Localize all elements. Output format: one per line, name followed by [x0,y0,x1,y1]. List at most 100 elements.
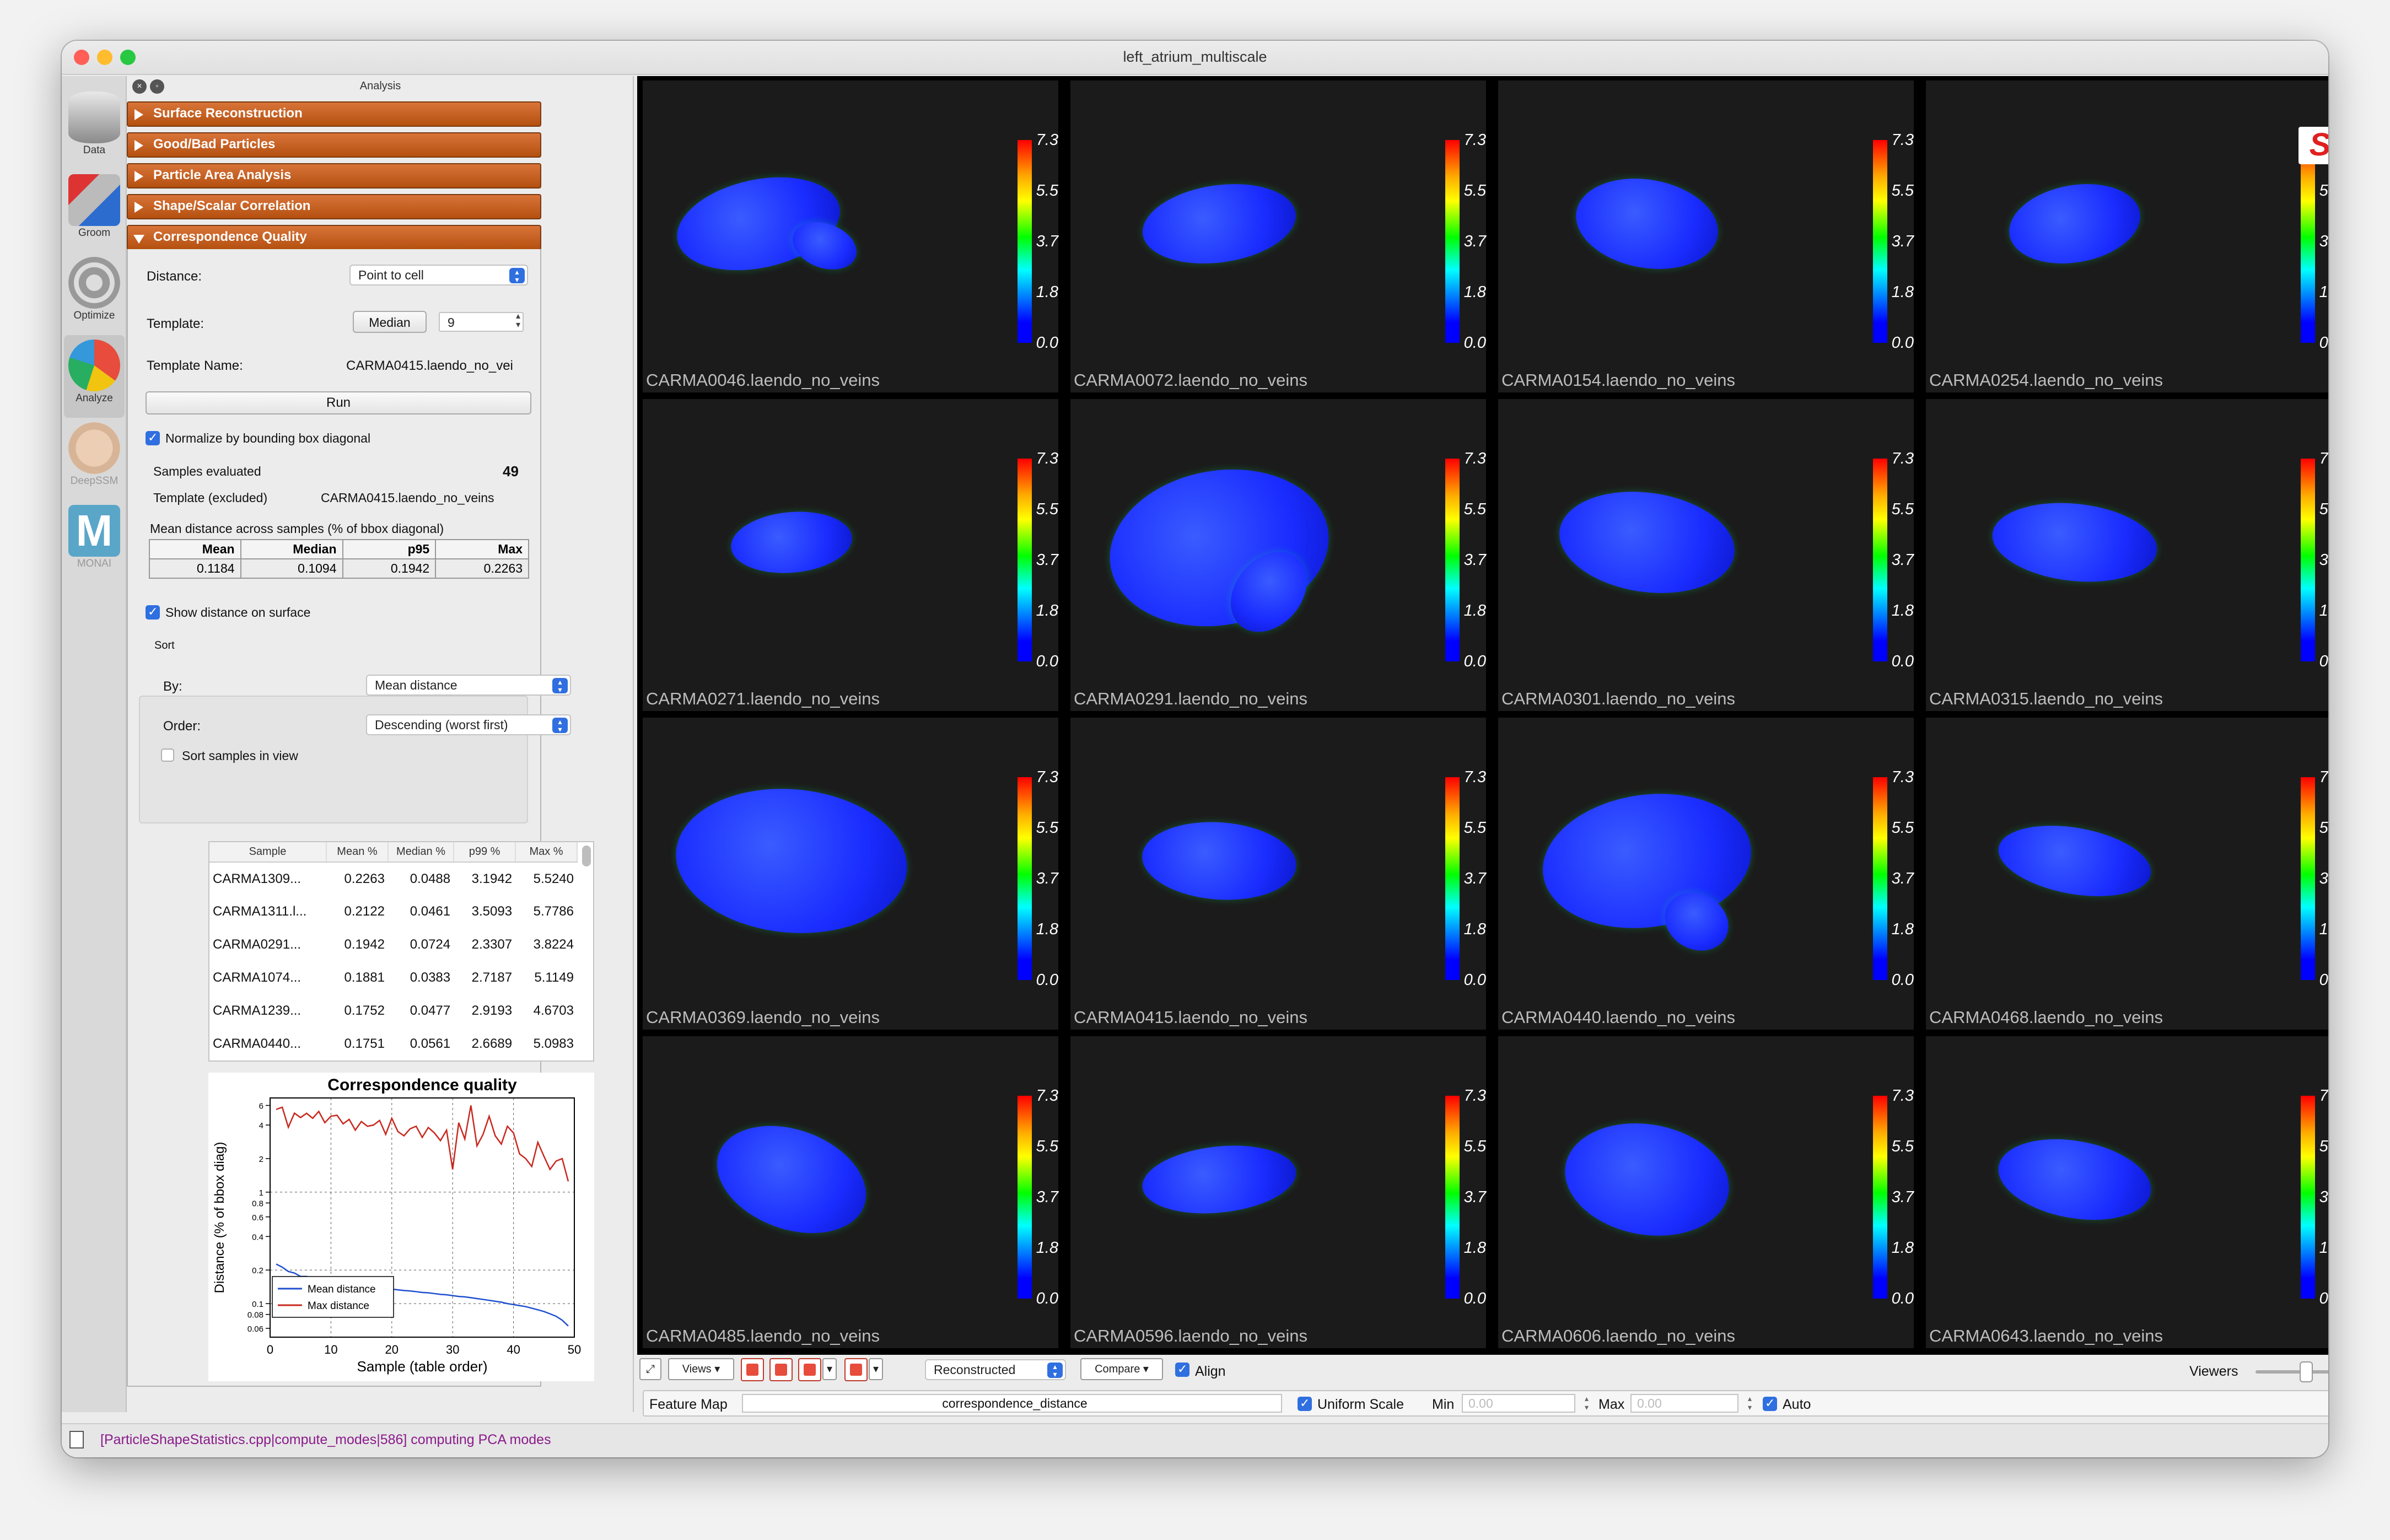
compare-button[interactable]: Compare ▾ [1080,1358,1163,1380]
column-max[interactable]: Max % [515,842,578,863]
colorbar-tick: 0.0 [1463,334,1486,352]
colorbar-tick: 5.5 [1036,500,1058,518]
display-mode-select[interactable]: Reconstructed ▴ ▾ [925,1359,1066,1380]
sort-in-view-checkbox[interactable] [161,749,174,762]
sample-viewer[interactable]: 7.3 5.5 3.7 1.8 0.0 CARMA0301.laendo_no_veins [1498,399,1914,711]
table-row[interactable]: CARMA1239... 0.1752 0.0477 2.9193 4.6703 [209,994,577,1027]
section-good-bad-particles[interactable]: Good/Bad Particles [127,132,541,158]
sample-viewer[interactable]: 7.3 5.5 3.7 1.8 0.0 CARMA0046.laendo_no_veins [643,80,1058,392]
iso-dropdown-icon[interactable]: ▾ [869,1358,883,1380]
colorbar-tick: 1.8 [2319,602,2328,620]
picture-icon[interactable] [769,1358,793,1381]
table-cell: 5.1149 [534,970,574,985]
tool-monai[interactable]: M MONAI [64,500,125,583]
sample-viewer[interactable]: 7.3 5.5 3.7 1.8 0.0 CARMA0369.laendo_no_veins [643,718,1058,1030]
colorbar-tick: 0.0 [1891,1290,1914,1307]
section-surface-reconstruction[interactable]: Surface Reconstruction [127,101,541,127]
min-input[interactable]: 0.00 ▴ ▾ [1462,1394,1589,1413]
colorbar-tick: 7.3 [1463,768,1486,786]
colorbar [1018,777,1032,980]
iso-icon[interactable] [844,1358,868,1381]
column-median[interactable]: Median % [387,842,455,863]
colorbar-tick: 7.3 [1036,131,1058,149]
log-icon[interactable] [69,1431,84,1449]
column-mean[interactable]: Mean % [326,842,389,863]
glyph-icon[interactable] [798,1358,821,1381]
sample-name: CARMA0301.laendo_no_veins [1501,689,1735,708]
expand-icon [134,140,143,151]
tool-analyze[interactable]: Analyze [64,335,125,418]
mesh-shape [1139,817,1299,905]
stepper-icon[interactable]: ▴ ▾ [1748,1394,1752,1412]
sample-viewer[interactable]: 7.3 5.5 3.7 1.8 0.0 CARMA0606.laendo_no_veins [1498,1036,1914,1348]
template-label: Template: [147,316,204,331]
tool-groom[interactable]: Groom [64,170,125,252]
fit-view-icon[interactable]: ⤢ [639,1358,661,1380]
center-icon[interactable] [741,1358,764,1381]
sample-viewer[interactable]: 7.3 5.5 3.7 1.8 0.0 CARMA0291.laendo_no_veins [1070,399,1486,711]
tool-optimize[interactable]: Optimize [64,252,125,335]
sample-viewer[interactable]: 7.3 5.5 3.7 1.8 0.0 CARMA0072.laendo_no_veins [1070,80,1486,392]
section-correspondence-quality[interactable]: Correspondence Quality [127,225,541,250]
template-name-value: CARMA0415.laendo_no_vei [346,358,513,373]
table-row[interactable]: CARMA1311.l... 0.2122 0.0461 3.5093 5.7786 [209,895,577,928]
sort-by-select[interactable]: Mean distance ▴ ▾ [366,675,571,696]
sample-viewer[interactable]: 7.3 5.5 3.7 1.8 0.0 CARMA0415.laendo_no_veins [1070,718,1486,1030]
table-row[interactable]: CARMA1309... 0.2263 0.0488 3.1942 5.5240 [209,862,577,895]
stats-header: Median [240,539,343,559]
sample-viewer[interactable]: 7.3 5.5 3.7 1.8 0.0 CARMA0485.laendo_no_veins [643,1036,1058,1348]
sample-viewer[interactable]: 7.3 5.5 3.7 1.8 0.0 CARMA0154.laendo_no_veins [1498,80,1914,392]
colorbar-tick: 5.5 [2319,819,2328,837]
feature-map-value: correspondence_distance [942,1396,1088,1410]
column-p99[interactable]: p99 % [454,842,516,863]
tool-data[interactable]: Data [64,87,125,170]
sample-viewer[interactable]: 7.35.53.71.80.0CARMA0254.laendo_no_veins [1926,80,2328,392]
sample-viewer[interactable]: 7.3 5.5 3.7 1.8 0.0 CARMA0468.laendo_no_veins [1926,718,2328,1030]
sample-viewer[interactable]: 7.3 5.5 3.7 1.8 0.0 CARMA0271.laendo_no_veins [643,399,1058,711]
status-message: [ParticleShapeStatistics.cpp|compute_mod… [100,1432,551,1447]
normalize-checkbox[interactable] [146,430,160,445]
table-row[interactable]: CARMA0440... 0.1751 0.0561 2.6689 5.0983 [209,1027,577,1060]
views-button[interactable]: Views ▾ [668,1358,734,1380]
colorbar-tick: 3.7 [1036,233,1058,250]
sample-viewer[interactable]: 7.3 5.5 3.7 1.8 0.0 CARMA0315.laendo_no_veins [1926,399,2328,711]
table-scrollbar[interactable] [582,846,591,866]
run-button[interactable]: Run [146,391,531,414]
sample-viewer[interactable]: 7.3 5.5 3.7 1.8 0.0 CARMA0596.laendo_no_veins [1070,1036,1486,1348]
sample-viewer[interactable]: 7.3 5.5 3.7 1.8 0.0 CARMA0440.laendo_no_veins [1498,718,1914,1030]
colorbar [1445,777,1460,980]
max-input[interactable]: 0.00 ▴ ▾ [1630,1394,1752,1413]
table-row[interactable]: CARMA0291... 0.1942 0.0724 2.3307 3.8224 [209,928,577,961]
tool-deepssm[interactable]: DeepSSM [64,418,125,500]
sort-order-select[interactable]: Descending (worst first) ▴ ▾ [366,714,571,735]
x-tick-label: 20 [385,1343,399,1356]
x-tick-label: 40 [507,1343,520,1356]
table-cell: 0.0561 [410,1036,451,1051]
template-number-spinbox[interactable]: 9 ▴ ▾ [439,312,524,332]
panel-close-icon[interactable]: × [132,79,147,94]
table-row[interactable]: CARMA1074... 0.1881 0.0383 2.7187 5.1149 [209,961,577,994]
sample-name: CARMA0596.laendo_no_veins [1074,1326,1307,1345]
glyph-dropdown-icon[interactable]: ▾ [822,1358,837,1380]
auto-checkbox[interactable] [1763,1396,1777,1411]
stepper-icon[interactable]: ▴ ▾ [516,312,520,330]
column-sample[interactable]: Sample [209,842,327,863]
colorbar-tick: 3.7 [1036,551,1058,569]
uniform-scale-checkbox[interactable] [1298,1396,1312,1411]
distance-select[interactable]: Point to cell ▴ ▾ [349,265,528,286]
colorbar-tick: 0.0 [2319,334,2328,352]
template-median-button[interactable]: Median [353,311,427,333]
feature-map-select[interactable]: correspondence_distance [742,1394,1282,1413]
section-shape-scalar-correlation[interactable]: Shape/Scalar Correlation [127,194,541,219]
sample-viewer[interactable]: 7.3 5.5 3.7 1.8 0.0 CARMA0643.laendo_no_veins [1926,1036,2328,1348]
sample-name: CARMA0369.laendo_no_veins [646,1008,880,1027]
viewers-slider-handle[interactable] [2300,1361,2313,1382]
section-particle-area-analysis[interactable]: Particle Area Analysis [127,163,541,189]
sample-name: CARMA0643.laendo_no_veins [1929,1326,2163,1345]
align-checkbox[interactable] [1175,1362,1189,1377]
show-distance-checkbox[interactable] [146,605,160,620]
panel-float-icon[interactable]: ◦ [150,79,164,94]
stepper-icon[interactable]: ▴ ▾ [1585,1394,1589,1412]
mesh-shape [1137,175,1301,273]
viewers-slider-track[interactable] [2256,1370,2328,1374]
